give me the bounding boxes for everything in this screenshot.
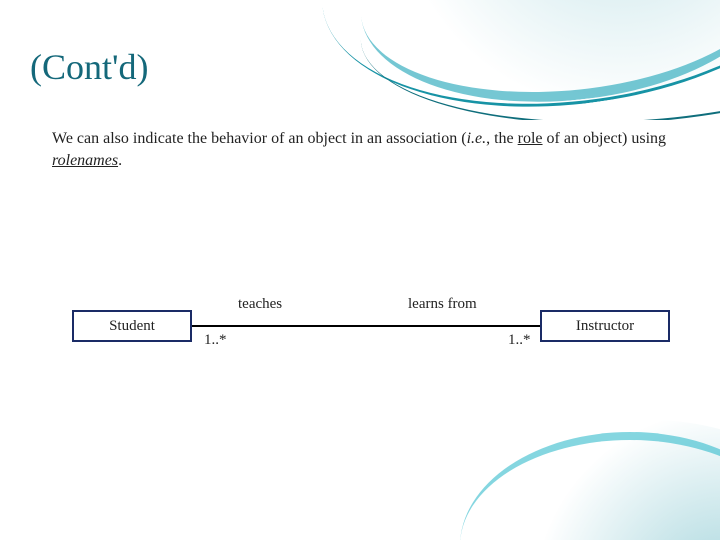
text-segment: . bbox=[118, 152, 122, 169]
text-segment: We can also indicate the behavior of an … bbox=[52, 130, 467, 147]
uml-multiplicity-right: 1..* bbox=[508, 332, 531, 349]
uml-rolename-left: teaches bbox=[238, 296, 282, 313]
slide-body-text: We can also indicate the behavior of an … bbox=[52, 128, 672, 171]
uml-class-instructor: Instructor bbox=[540, 310, 670, 342]
text-rolenames-underlined-italic: rolenames bbox=[52, 152, 118, 169]
decorative-swoosh-bottom-line bbox=[460, 432, 720, 540]
text-segment: of an object) using bbox=[543, 130, 667, 147]
text-ie-italic: i.e. bbox=[467, 130, 487, 147]
text-segment: , the bbox=[486, 130, 518, 147]
uml-association-line bbox=[192, 325, 540, 327]
uml-class-student: Student bbox=[72, 310, 192, 342]
uml-rolename-right: learns from bbox=[408, 296, 477, 313]
uml-multiplicity-left: 1..* bbox=[204, 332, 227, 349]
decorative-swoosh-bottom bbox=[460, 420, 720, 540]
slide-title: (Cont'd) bbox=[30, 46, 148, 88]
text-role-underlined: role bbox=[518, 130, 543, 147]
